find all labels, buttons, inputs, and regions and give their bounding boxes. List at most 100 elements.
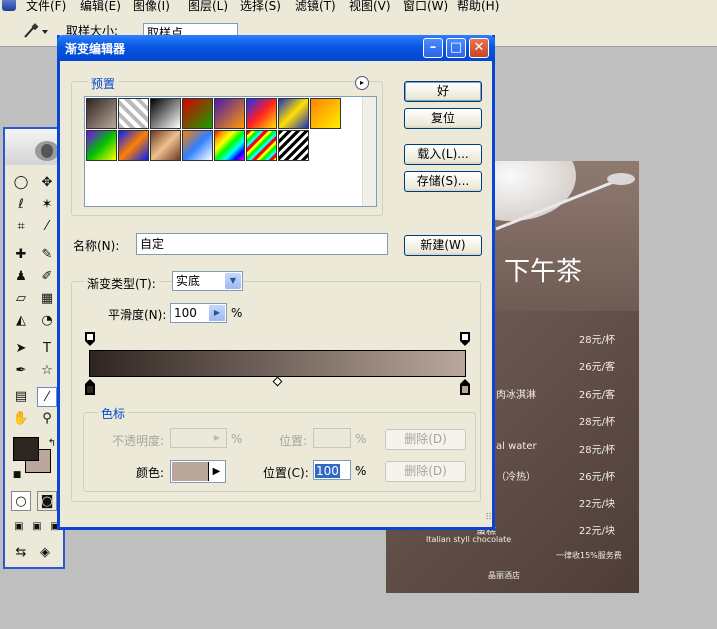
feather-logo-icon — [35, 141, 59, 161]
quickmask-mode-button[interactable]: ◙ — [37, 491, 57, 511]
chevron-right-icon: ▶ — [208, 462, 224, 481]
load-button[interactable]: 载入(L)... — [404, 144, 482, 165]
stop-color-picker[interactable]: ▶ — [170, 460, 226, 483]
menu-filter[interactable]: 滤镜(T) — [295, 0, 336, 12]
chevron-right-icon: ▶ — [209, 305, 225, 321]
preset-swatch[interactable] — [150, 130, 181, 161]
smoothness-value: 100 — [174, 306, 197, 320]
reset-button[interactable]: 复位 — [404, 108, 482, 129]
minimize-button[interactable]: – — [423, 38, 443, 58]
eyedropper-tool-preset[interactable] — [22, 22, 48, 40]
lasso-tool[interactable]: ℓ — [11, 195, 31, 215]
slice-tool[interactable]: ⁄ — [37, 217, 57, 237]
menu-window[interactable]: 窗口(W) — [403, 0, 448, 12]
delete-opacity-stop-button: 删除(D) — [385, 429, 466, 450]
preset-swatch[interactable] — [86, 98, 117, 129]
crop-tool[interactable]: ⌗ — [11, 217, 31, 237]
gradient-editor-dialog: 渐变编辑器 – □ ✕ 预置 ▸ 好 复位 载入(L)... 存储(S)... … — [57, 35, 495, 530]
name-label: 名称(N): — [73, 239, 120, 253]
menu-image[interactable]: 图像(I) — [133, 0, 170, 12]
close-button[interactable]: ✕ — [469, 38, 489, 58]
opacity-unit: % — [231, 432, 243, 446]
opacity-label: 不透明度: — [112, 434, 165, 448]
preset-swatch[interactable] — [246, 98, 277, 129]
presets-menu-icon[interactable]: ▸ — [355, 76, 369, 90]
smoothness-unit: % — [231, 306, 243, 320]
new-button[interactable]: 新建(W) — [404, 235, 482, 256]
spoon-image — [495, 173, 635, 231]
standard-mode-button[interactable]: ○ — [11, 491, 31, 511]
preset-swatch[interactable] — [118, 130, 149, 161]
preset-swatch[interactable] — [214, 98, 245, 129]
price-8: 22元/块 — [578, 526, 615, 537]
dish-fragment-3: （冷热） — [496, 472, 536, 483]
name-input[interactable]: 自定 — [136, 233, 388, 255]
toolbox-header[interactable] — [5, 129, 63, 165]
hand-tool[interactable]: ✋ — [11, 409, 31, 429]
gradient-type-select[interactable]: 实底 ▼ — [172, 271, 243, 291]
dialog-titlebar[interactable]: 渐变编辑器 – □ ✕ — [57, 35, 495, 61]
blur-tool[interactable]: ◭ — [11, 311, 31, 331]
dodge-tool[interactable]: ◔ — [37, 311, 57, 331]
preset-swatch[interactable] — [118, 98, 149, 129]
preset-swatch[interactable] — [246, 130, 277, 161]
eraser-tool[interactable]: ▱ — [11, 289, 31, 309]
menu-edit[interactable]: 编辑(E) — [80, 0, 121, 12]
magic-wand-tool[interactable]: ✶ — [37, 195, 57, 215]
menu-view[interactable]: 视图(V) — [349, 0, 391, 12]
save-button[interactable]: 存储(S)... — [404, 171, 482, 192]
preset-swatch[interactable] — [150, 98, 181, 129]
shape-tool[interactable]: ☆ — [37, 361, 57, 381]
maximize-button[interactable]: □ — [446, 38, 466, 58]
notes-tool[interactable]: ▤ — [11, 387, 31, 407]
location-value: 100 — [315, 464, 340, 478]
hotel-logo: 晶丽酒店 — [488, 571, 520, 580]
color-stop-right[interactable] — [460, 379, 470, 395]
screen-mode-standard[interactable]: ▣ — [9, 517, 29, 537]
preset-swatch[interactable] — [86, 130, 117, 161]
preset-swatch[interactable] — [182, 98, 213, 129]
imageready-icon[interactable]: ◈ — [35, 543, 55, 563]
zoom-tool[interactable]: ⚲ — [37, 409, 57, 429]
foreground-color-front[interactable] — [13, 437, 39, 461]
history-brush-tool[interactable]: ✐ — [37, 267, 57, 287]
default-colors-icon[interactable]: ■ — [7, 465, 27, 485]
marquee-tool[interactable]: ◯ — [11, 173, 31, 193]
pen-tool[interactable]: ✒ — [11, 361, 31, 381]
opacity-stop-right[interactable] — [460, 332, 470, 346]
brush-tool[interactable]: ✎ — [37, 245, 57, 265]
preset-swatch[interactable] — [182, 130, 213, 161]
price-3: 26元/客 — [578, 390, 615, 401]
color-stop-left[interactable] — [85, 379, 95, 395]
path-select-tool[interactable]: ➤ — [11, 339, 31, 359]
preset-swatch[interactable] — [278, 98, 309, 129]
app-icon[interactable] — [2, 0, 16, 11]
dish-fragment-1: 肉冰淇淋 — [496, 390, 536, 401]
menu-help[interactable]: 帮助(H) — [457, 0, 499, 12]
preset-swatch[interactable] — [214, 130, 245, 161]
ok-button[interactable]: 好 — [404, 81, 482, 102]
gradient-tool[interactable]: ▦ — [37, 289, 57, 309]
smoothness-input[interactable]: 100 ▶ — [170, 303, 227, 323]
eyedropper-tool[interactable]: ⁄ — [37, 387, 57, 407]
location-input[interactable]: 100 — [313, 460, 351, 480]
gradient-preview-bar[interactable] — [89, 350, 466, 377]
screen-mode-full-menu[interactable]: ▣ — [27, 517, 47, 537]
dish-subtitle: Italian styll chocolate — [426, 535, 512, 544]
presets-list[interactable] — [84, 96, 377, 207]
move-tool[interactable]: ✥ — [37, 173, 57, 193]
jump-to-imageready-icon[interactable]: ⇆ — [11, 543, 31, 563]
preset-swatch[interactable] — [310, 98, 341, 129]
opacity-stop-icon — [85, 332, 95, 346]
price-7: 22元/块 — [578, 499, 615, 510]
presets-scrollbar[interactable] — [362, 97, 376, 206]
opacity-stop-left[interactable] — [85, 332, 95, 346]
type-tool[interactable]: T — [37, 339, 57, 359]
menu-layer[interactable]: 图层(L) — [188, 0, 228, 12]
stamp-tool[interactable]: ♟ — [11, 267, 31, 287]
preset-swatch[interactable] — [278, 130, 309, 161]
resize-grip-icon[interactable]: ⠿ — [480, 513, 492, 525]
healing-brush-tool[interactable]: ✚ — [11, 245, 31, 265]
menu-select[interactable]: 选择(S) — [240, 0, 281, 12]
menu-file[interactable]: 文件(F) — [26, 0, 66, 12]
